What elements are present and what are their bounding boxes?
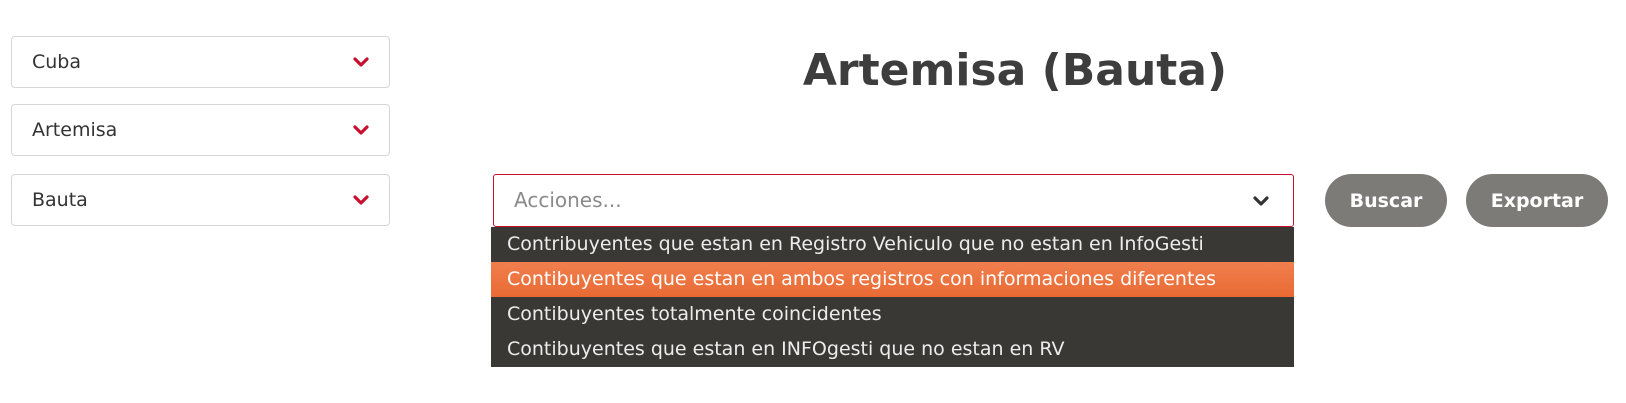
search-button[interactable]: Buscar [1325, 174, 1447, 227]
actions-option[interactable]: Contribuyentes que estan en Registro Veh… [491, 227, 1294, 262]
chevron-down-icon [353, 57, 369, 67]
municipality-select-value: Bauta [32, 189, 88, 211]
country-select-value: Cuba [32, 51, 82, 73]
province-select[interactable]: Artemisa [11, 104, 390, 156]
municipality-select[interactable]: Bauta [11, 174, 390, 226]
province-select-value: Artemisa [32, 119, 118, 141]
actions-option[interactable]: Contibuyentes totalmente coincidentes [491, 297, 1294, 332]
actions-select-placeholder: Acciones... [514, 188, 622, 212]
actions-select[interactable]: Acciones... [493, 174, 1294, 227]
chevron-down-icon [1253, 196, 1269, 206]
page: Cuba Artemisa Bauta Artemisa (Bauta) Acc… [0, 0, 1626, 403]
export-button[interactable]: Exportar [1466, 174, 1608, 227]
country-select[interactable]: Cuba [11, 36, 390, 88]
chevron-down-icon [353, 195, 369, 205]
page-title: Artemisa (Bauta) [802, 45, 1228, 96]
actions-option-highlighted[interactable]: Contibuyentes que estan en ambos registr… [491, 262, 1294, 297]
actions-option[interactable]: Contibuyentes que estan en INFOgesti que… [491, 332, 1294, 367]
actions-dropdown-menu: Contribuyentes que estan en Registro Veh… [491, 227, 1294, 367]
chevron-down-icon [353, 125, 369, 135]
